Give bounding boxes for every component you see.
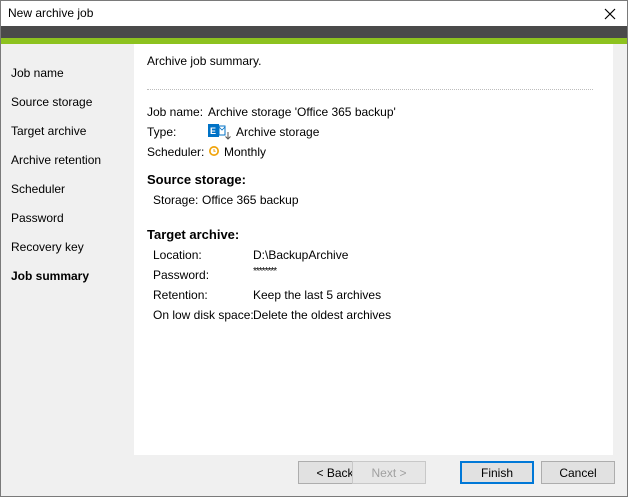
header-dark-band xyxy=(0,26,628,38)
scheduler-label: Scheduler: xyxy=(147,145,205,159)
cancel-button[interactable]: Cancel xyxy=(541,461,615,484)
low-disk-label: On low disk space: xyxy=(153,308,254,322)
source-storage-heading: Source storage: xyxy=(147,172,246,187)
separator xyxy=(147,89,593,90)
sidebar-item-scheduler[interactable]: Scheduler xyxy=(11,182,65,196)
summary-panel: Archive job summary. Job name: Archive s… xyxy=(134,44,613,455)
type-label: Type: xyxy=(147,125,177,139)
location-label: Location: xyxy=(153,248,202,262)
storage-value: Office 365 backup xyxy=(202,193,299,207)
window-title: New archive job xyxy=(8,6,94,20)
target-archive-heading: Target archive: xyxy=(147,227,240,242)
sidebar-item-source-storage[interactable]: Source storage xyxy=(11,95,92,109)
storage-label: Storage: xyxy=(153,193,199,207)
title-bar: New archive job xyxy=(0,0,628,26)
scheduler-value: Monthly xyxy=(224,145,267,159)
job-name-label: Job name: xyxy=(147,105,204,119)
type-value: Archive storage xyxy=(236,125,320,139)
password-value: ******** xyxy=(253,266,277,277)
sidebar-item-password[interactable]: Password xyxy=(11,211,64,225)
retention-value: Keep the last 5 archives xyxy=(253,288,382,302)
password-label: Password: xyxy=(153,268,210,282)
wizard-steps-sidebar: Job name Source storage Target archive A… xyxy=(1,44,133,455)
sidebar-item-target-archive[interactable]: Target archive xyxy=(11,124,86,138)
sidebar-item-job-name[interactable]: Job name xyxy=(11,66,64,80)
clock-icon xyxy=(208,145,220,160)
sidebar-item-recovery-key[interactable]: Recovery key xyxy=(11,240,84,254)
close-icon xyxy=(604,8,616,19)
retention-label: Retention: xyxy=(153,288,208,302)
close-button[interactable] xyxy=(593,1,627,26)
summary-heading: Archive job summary. xyxy=(147,54,262,68)
low-disk-value: Delete the oldest archives xyxy=(253,308,392,322)
sidebar-item-archive-retention[interactable]: Archive retention xyxy=(11,153,101,167)
finish-button[interactable]: Finish xyxy=(460,461,534,484)
job-name-value: Archive storage 'Office 365 backup' xyxy=(208,105,396,119)
location-value: D:\BackupArchive xyxy=(253,248,349,262)
exchange-archive-icon: E xyxy=(207,123,233,144)
sidebar-item-job-summary[interactable]: Job summary xyxy=(11,269,89,283)
next-button[interactable]: Next > xyxy=(352,461,426,484)
svg-text:E: E xyxy=(210,126,216,136)
